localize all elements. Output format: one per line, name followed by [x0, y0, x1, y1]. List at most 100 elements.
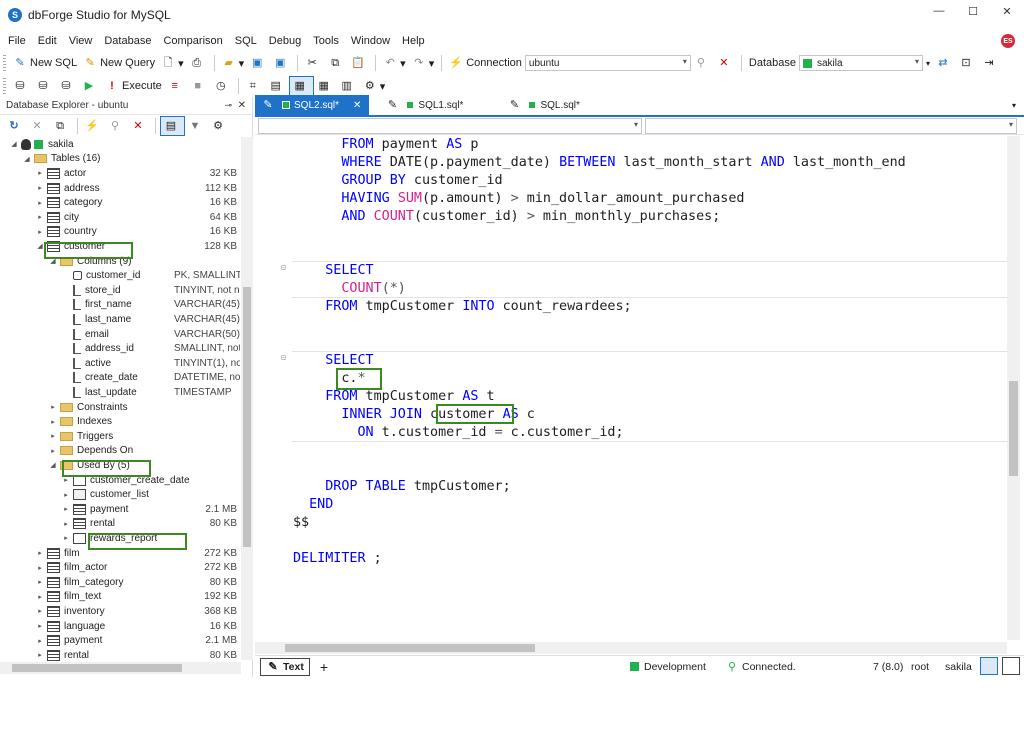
explorer-horizontal-scrollbar[interactable]: [0, 662, 241, 674]
query-builder-button[interactable]: ⊡: [956, 53, 979, 73]
save-button[interactable]: ▣: [247, 53, 270, 73]
tree-item[interactable]: ▸ Indexes: [0, 414, 241, 429]
expand-toggle-icon[interactable]: ▸: [35, 549, 45, 557]
tree-item[interactable]: ▸ rental 80 KB: [0, 648, 241, 662]
maximize-button[interactable]: ☐: [956, 0, 990, 22]
settings-button[interactable]: ⚙: [208, 116, 231, 136]
fold-icon[interactable]: ⊟: [281, 353, 286, 362]
schema-compare-button[interactable]: ⇄: [933, 53, 956, 73]
database-button[interactable]: ⛁: [10, 76, 33, 96]
expand-toggle-icon[interactable]: ▸: [61, 476, 71, 484]
tree-item[interactable]: ▸ film_actor 272 KB: [0, 560, 241, 575]
redo-button[interactable]: ↷ ▾: [409, 53, 438, 73]
undo-button[interactable]: ↶ ▾: [380, 53, 409, 73]
connect-button[interactable]: ⚲: [105, 116, 128, 136]
tree-item[interactable]: ▸ category 16 KB: [0, 195, 241, 210]
disconnect-button[interactable]: ✕: [128, 116, 151, 136]
execute-button[interactable]: ! Execute: [102, 76, 165, 96]
options-dropdown[interactable]: ⚙ ▾: [360, 76, 389, 96]
layout-toggle[interactable]: [1002, 657, 1020, 675]
run-button[interactable]: ▶: [79, 76, 102, 96]
expand-toggle-icon[interactable]: ▸: [35, 213, 45, 221]
expand-toggle-icon[interactable]: ▸: [48, 403, 58, 411]
expand-toggle-icon[interactable]: ◢: [9, 140, 19, 148]
disconnect-button[interactable]: ✕: [714, 53, 737, 73]
grid-mode-button[interactable]: ▦: [314, 76, 337, 96]
tree-item[interactable]: last_name VARCHAR(45), r: [0, 312, 241, 327]
tree-item[interactable]: ▸ film_category 80 KB: [0, 575, 241, 590]
expand-toggle-icon[interactable]: ▸: [35, 199, 45, 207]
tree-item[interactable]: ▸ Triggers: [0, 429, 241, 444]
connect-button[interactable]: ⚲: [691, 53, 714, 73]
tree-item[interactable]: ◢ sakila: [0, 137, 241, 152]
editor-horizontal-scrollbar[interactable]: [255, 642, 1007, 654]
paste-button[interactable]: 📋: [348, 53, 371, 73]
scrollbar-thumb[interactable]: [12, 664, 182, 672]
object-selector[interactable]: ▾: [258, 117, 642, 134]
tree-item[interactable]: ◢ Columns (9): [0, 254, 241, 269]
expand-toggle-icon[interactable]: ▸: [35, 564, 45, 572]
execute-current-button[interactable]: ≡: [165, 76, 188, 96]
toolbar-overflow-button[interactable]: ▾: [923, 53, 933, 73]
editor-vertical-scrollbar[interactable]: [1007, 136, 1020, 640]
expand-toggle-icon[interactable]: ▸: [61, 505, 71, 513]
expand-toggle-icon[interactable]: ◢: [48, 461, 58, 469]
tree-item[interactable]: ▸ customer_list: [0, 487, 241, 502]
toolbar-grip[interactable]: [3, 78, 6, 94]
tree-item[interactable]: store_id TINYINT, not nu: [0, 283, 241, 298]
expand-toggle-icon[interactable]: ▸: [35, 637, 45, 645]
tree-item[interactable]: customer_id PK, SMALLINT, r: [0, 268, 241, 283]
expand-toggle-icon[interactable]: ▸: [35, 651, 45, 659]
expand-toggle-icon[interactable]: ▸: [48, 432, 58, 440]
tree-item[interactable]: ▸ film 272 KB: [0, 546, 241, 561]
tree-item[interactable]: ▸ country 16 KB: [0, 225, 241, 240]
tree-item[interactable]: last_update TIMESTAMP: [0, 385, 241, 400]
expand-toggle-icon[interactable]: ▸: [48, 418, 58, 426]
tree-item[interactable]: ◢ Tables (16): [0, 152, 241, 167]
tree-item[interactable]: ▸ customer_create_date: [0, 473, 241, 488]
menu-window[interactable]: Window: [345, 35, 396, 47]
menu-database[interactable]: Database: [98, 35, 157, 47]
expand-toggle-icon[interactable]: ◢: [35, 242, 45, 250]
open-file-dropdown[interactable]: ▰ ▾: [219, 53, 248, 73]
environment-indicator[interactable]: Development: [630, 661, 706, 673]
tree-item[interactable]: ▸ actor 32 KB: [0, 166, 241, 181]
database-refresh-button[interactable]: ⛁: [56, 76, 79, 96]
menu-tools[interactable]: Tools: [307, 35, 345, 47]
tree-item[interactable]: email VARCHAR(50): [0, 327, 241, 342]
tree-item[interactable]: ▸ Depends On: [0, 444, 241, 459]
menu-view[interactable]: View: [63, 35, 99, 47]
toolbar-grip[interactable]: [3, 55, 6, 71]
close-icon[interactable]: ✕: [353, 100, 361, 111]
tree-item[interactable]: first_name VARCHAR(45), r: [0, 298, 241, 313]
database-edit-button[interactable]: ⛁: [33, 76, 56, 96]
expand-toggle-icon[interactable]: ◢: [48, 257, 58, 265]
copy-button[interactable]: ⧉: [325, 53, 348, 73]
tree-item[interactable]: active TINYINT(1), not: [0, 356, 241, 371]
scrollbar-thumb[interactable]: [243, 287, 251, 547]
menu-debug[interactable]: Debug: [263, 35, 307, 47]
tree-item[interactable]: ▸ inventory 368 KB: [0, 604, 241, 619]
menu-help[interactable]: Help: [396, 35, 431, 47]
tree-item[interactable]: ◢ customer 128 KB: [0, 239, 241, 254]
member-selector[interactable]: ▾: [645, 117, 1017, 134]
expand-toggle-icon[interactable]: ▸: [61, 491, 71, 499]
menu-edit[interactable]: Edit: [32, 35, 63, 47]
menu-sql[interactable]: SQL: [229, 35, 263, 47]
text-tab[interactable]: ✎ Text: [260, 657, 310, 676]
tab-sql2[interactable]: ✎ SQL2.sql* ✕: [255, 95, 370, 115]
text-mode-button[interactable]: ▦: [288, 76, 314, 96]
layout-button[interactable]: ▥: [337, 76, 360, 96]
close-icon[interactable]: ✕: [238, 100, 246, 111]
expand-toggle-icon[interactable]: ▸: [35, 228, 45, 236]
delete-button[interactable]: ✕: [27, 116, 50, 136]
expand-toggle-icon[interactable]: ◢: [22, 155, 32, 163]
filter-button[interactable]: ▼: [185, 116, 208, 136]
close-button[interactable]: ✕: [990, 0, 1024, 22]
explorer-view-button[interactable]: ▤: [160, 116, 185, 136]
new-sql-button[interactable]: ✎ New SQL: [10, 53, 80, 73]
tab-sql[interactable]: ✎ SQL.sql*: [501, 95, 587, 115]
format-button[interactable]: ⌗: [243, 76, 266, 96]
comment-button[interactable]: ▤: [266, 76, 289, 96]
tab-sql1[interactable]: ✎ SQL1.sql*: [379, 95, 471, 115]
